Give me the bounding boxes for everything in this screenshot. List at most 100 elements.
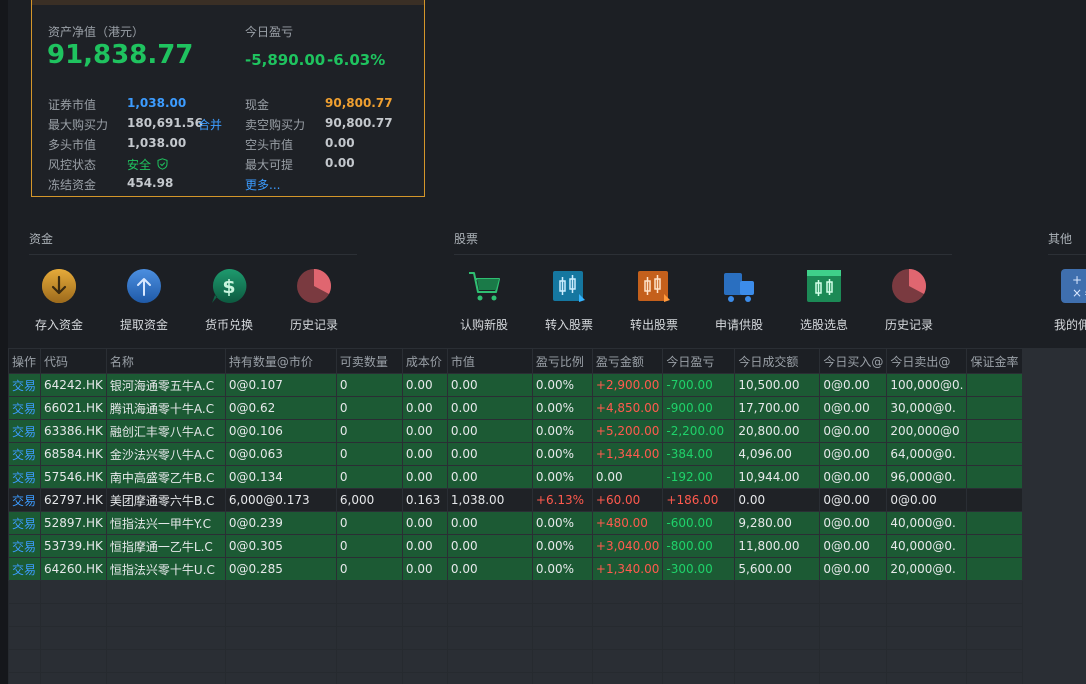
col-action-cell[interactable]: 交易 bbox=[8, 511, 41, 535]
transfer-out-stock-button[interactable]: 转出股票 bbox=[614, 268, 694, 342]
col-action-cell[interactable]: 交易 bbox=[8, 442, 41, 466]
trade-link[interactable]: 交易 bbox=[12, 471, 36, 485]
col-cost-cell: 0.00 bbox=[401, 534, 448, 558]
merge-link[interactable]: 合并 bbox=[198, 116, 222, 133]
col-action-header[interactable]: 操作 bbox=[8, 348, 41, 374]
other-section-title: 其他 bbox=[1048, 232, 1073, 246]
col-margin-rate-header[interactable]: 保证金率 bbox=[966, 348, 1024, 374]
net-asset-label: 资产净值（港元） bbox=[48, 25, 145, 39]
col-sellable-cell: 0 bbox=[335, 373, 403, 397]
transfer-in-stock-button[interactable]: 转入股票 bbox=[529, 268, 609, 342]
trade-link[interactable]: 交易 bbox=[12, 540, 36, 554]
empty-cell bbox=[224, 580, 337, 604]
col-today-pnl-cell: -700.00 bbox=[662, 373, 736, 397]
col-today-sell-header[interactable]: 今日卖出@ bbox=[886, 348, 968, 374]
col-code-cell: 64242.HK bbox=[40, 373, 107, 397]
table-row[interactable]: 交易 66021.HK 腾讯海通零十牛A.C 0@0.62 0 0.00 0.00 0.00%… bbox=[8, 396, 1024, 420]
deposit-funds-button[interactable]: 存入资金 bbox=[19, 268, 99, 342]
empty-cell bbox=[224, 626, 337, 650]
col-action-cell[interactable]: 交易 bbox=[8, 557, 41, 581]
col-action-cell[interactable]: 交易 bbox=[8, 373, 41, 397]
trade-link[interactable]: 交易 bbox=[12, 425, 36, 439]
col-today-pnl-header[interactable]: 今日盈亏 bbox=[662, 348, 736, 374]
table-row[interactable]: 交易 62797.HK 美团摩通零六牛B.C 6,000@0.173 6,000 0.16… bbox=[8, 488, 1024, 512]
col-margin-rate-cell bbox=[966, 534, 1024, 558]
empty-cell bbox=[886, 580, 968, 604]
col-cost-header[interactable]: 成本价 bbox=[401, 348, 448, 374]
col-today-sell-cell: 100,000@0. bbox=[886, 373, 968, 397]
col-pnl-amount-cell: +2,900.00 bbox=[591, 373, 664, 397]
col-action-cell[interactable]: 交易 bbox=[8, 396, 41, 420]
col-today-buy-header[interactable]: 今日买入@ bbox=[819, 348, 888, 374]
frozen-funds-label: 冻结资金 bbox=[48, 178, 97, 192]
stocks-history-button[interactable]: 历史记录 bbox=[869, 268, 949, 342]
max-buying-power-label: 最大购买力 bbox=[48, 118, 109, 132]
col-pnl-ratio-header[interactable]: 盈亏比例 bbox=[531, 348, 593, 374]
empty-cell bbox=[886, 603, 968, 627]
col-pnl-amount-cell: +60.00 bbox=[591, 488, 664, 512]
col-today-turnover-header[interactable]: 今日成交额 bbox=[734, 348, 821, 374]
cash-label: 现金 bbox=[245, 98, 270, 112]
col-today-buy-cell: 0@0.00 bbox=[819, 419, 888, 443]
trade-link[interactable]: 交易 bbox=[12, 563, 36, 577]
col-name-cell: 腾讯海通零十牛A.C bbox=[105, 396, 226, 420]
shopping-cart-icon bbox=[469, 272, 500, 301]
trade-link[interactable]: 交易 bbox=[12, 448, 36, 462]
shield-check-icon bbox=[157, 158, 168, 170]
col-pnl-amount-cell: 0.00 bbox=[591, 465, 664, 489]
col-pnl-amount-cell: +1,344.00 bbox=[591, 442, 664, 466]
col-action-cell[interactable]: 交易 bbox=[8, 419, 41, 443]
col-market-value-header[interactable]: 市值 bbox=[446, 348, 533, 374]
empty-cell bbox=[8, 580, 41, 604]
my-commission-button[interactable]: + × = 我的佣 bbox=[1046, 268, 1086, 342]
col-code-header[interactable]: 代码 bbox=[40, 348, 107, 374]
col-action-cell[interactable]: 交易 bbox=[8, 465, 41, 489]
table-row[interactable]: 交易 53739.HK 恒指摩通一乙牛L.C 0@0.305 0 0.00 0.00 0.00… bbox=[8, 534, 1024, 558]
col-holding-cell: 0@0.62 bbox=[224, 396, 337, 420]
col-holding-header[interactable]: 持有数量@市价 bbox=[224, 348, 337, 374]
empty-cell bbox=[734, 672, 821, 684]
col-sellable-cell: 0 bbox=[335, 465, 403, 489]
today-pnl-percent: -6.03% bbox=[327, 51, 386, 69]
other-section-divider bbox=[1048, 254, 1086, 255]
securities-value: 1,038.00 bbox=[127, 96, 187, 110]
trade-link[interactable]: 交易 bbox=[12, 379, 36, 393]
col-cost-cell: 0.00 bbox=[401, 511, 448, 535]
table-row[interactable]: 交易 52897.HK 恒指法兴一甲牛Y.C 0@0.239 0 0.00 0.00 0.00… bbox=[8, 511, 1024, 535]
empty-cell bbox=[531, 603, 593, 627]
currency-exchange-button[interactable]: $ 货币兑换 bbox=[189, 268, 269, 342]
col-cost-cell: 0.00 bbox=[401, 419, 448, 443]
trade-link[interactable]: 交易 bbox=[12, 402, 36, 416]
currency-exchange-label: 货币兑换 bbox=[204, 318, 253, 332]
col-name-cell: 银河海通零五牛A.C bbox=[105, 373, 226, 397]
col-sellable-header[interactable]: 可卖数量 bbox=[335, 348, 403, 374]
trade-link[interactable]: 交易 bbox=[12, 517, 36, 531]
trade-link[interactable]: 交易 bbox=[12, 494, 36, 508]
table-row[interactable]: 交易 64242.HK 银河海通零五牛A.C 0@0.107 0 0.00 0.00 0.00… bbox=[8, 373, 1024, 397]
securities-value-label: 证券市值 bbox=[48, 98, 97, 112]
rights-issue-button[interactable]: 申请供股 bbox=[699, 268, 779, 342]
empty-cell bbox=[531, 626, 593, 650]
empty-cell bbox=[819, 580, 888, 604]
col-code-cell: 64260.HK bbox=[40, 557, 107, 581]
more-link[interactable]: 更多... bbox=[245, 176, 280, 193]
withdraw-funds-button[interactable]: 提取资金 bbox=[104, 268, 184, 342]
empty-cell bbox=[734, 649, 821, 673]
funds-history-button[interactable]: 历史记录 bbox=[274, 268, 354, 342]
col-action-cell[interactable]: 交易 bbox=[8, 488, 41, 512]
col-pnl-amount-header[interactable]: 盈亏金额 bbox=[591, 348, 664, 374]
table-row[interactable]: 交易 64260.HK 恒指法兴零十牛U.C 0@0.285 0 0.00 0.00 0.00… bbox=[8, 557, 1024, 581]
col-name-header[interactable]: 名称 bbox=[105, 348, 226, 374]
table-row[interactable]: 交易 68584.HK 金沙法兴零八牛A.C 0@0.063 0 0.00 0.00 0.00… bbox=[8, 442, 1024, 466]
table-row[interactable]: 交易 63386.HK 融创汇丰零八牛A.C 0@0.106 0 0.00 0.00 0.00… bbox=[8, 419, 1024, 443]
empty-cell bbox=[662, 672, 736, 684]
table-row[interactable]: 交易 57546.HK 南中高盛零乙牛B.C 0@0.134 0 0.00 0.00 0.00… bbox=[8, 465, 1024, 489]
positions-table: 操作 代码 名称 持有数量@市价 可卖数量 成本价 市值 盈亏比例 盈亏金额 今日盈亏 今日成交额今… bbox=[8, 348, 1024, 684]
stock-dividend-option-button[interactable]: 选股选息 bbox=[784, 268, 864, 342]
col-holding-cell: 0@0.063 bbox=[224, 442, 337, 466]
subscribe-ipo-button[interactable]: 认购新股 bbox=[444, 268, 524, 342]
col-action-cell[interactable]: 交易 bbox=[8, 534, 41, 558]
col-today-turnover-cell: 9,280.00 bbox=[734, 511, 821, 535]
empty-cell bbox=[966, 603, 1024, 627]
col-today-turnover-cell: 5,600.00 bbox=[734, 557, 821, 581]
